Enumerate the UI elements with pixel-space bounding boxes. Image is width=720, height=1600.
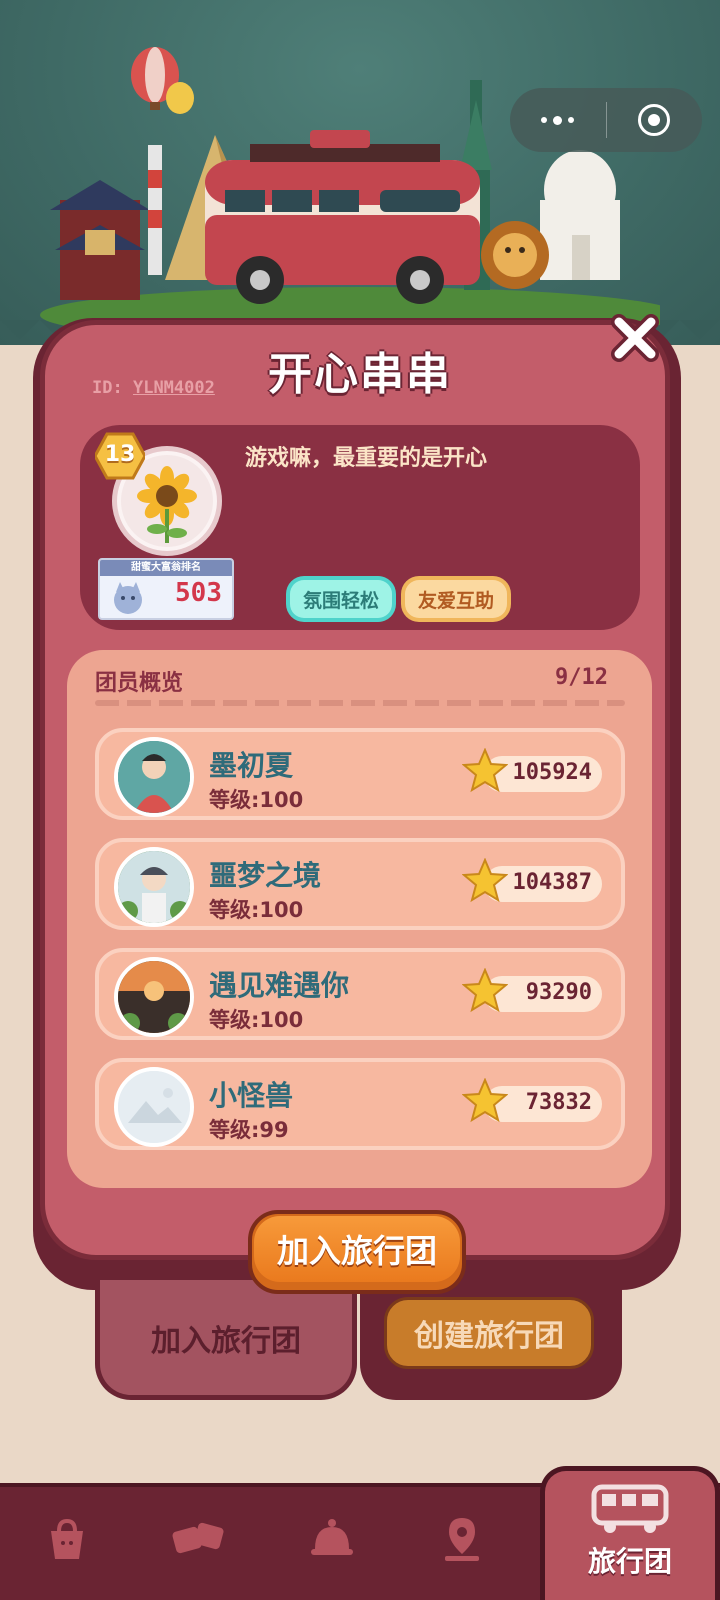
member-score: 105924 (462, 748, 602, 793)
rank-card[interactable]: 甜蜜大富翁排名 503 (98, 558, 234, 620)
member-name: 遇见难遇你 (209, 969, 350, 1002)
star-icon (462, 1078, 508, 1123)
join-team-button[interactable]: 加入旅行团 (248, 1210, 466, 1294)
member-score: 104387 (462, 858, 602, 903)
travel-scene-illustration (40, 47, 660, 330)
placeholder-image-icon (118, 1071, 190, 1143)
target-icon (638, 104, 671, 136)
member-name: 小怪兽 (209, 1079, 294, 1112)
rank-value: 503 (175, 578, 222, 608)
member-score-value: 73832 (525, 1090, 592, 1115)
nav-item-bell[interactable] (302, 1509, 362, 1569)
nav-item-bag[interactable] (37, 1509, 97, 1569)
tab-create-team[interactable]: 创建旅行团 (384, 1297, 594, 1369)
avatar-image (118, 961, 190, 1033)
team-level-badge: 13 (95, 432, 145, 480)
member-avatar (114, 957, 194, 1037)
member-score-value: 104387 (512, 870, 592, 895)
close-icon (611, 314, 659, 362)
cat-mascot-icon (114, 582, 142, 614)
team-id-value: YLNM4002 (132, 378, 215, 398)
close-button[interactable] (607, 310, 663, 366)
tag-friendly: 友爱互助 (405, 580, 507, 618)
map-icon (445, 1518, 479, 1561)
members-header: 团员概览 (95, 671, 184, 696)
member-avatar (114, 1067, 194, 1147)
nav-item-map[interactable] (432, 1509, 492, 1569)
member-avatar (114, 847, 194, 927)
member-level: 等级:100 (209, 898, 304, 922)
tag-relaxed: 氛围轻松 (290, 580, 392, 618)
member-avatar (114, 737, 194, 817)
more-button[interactable] (510, 88, 606, 152)
member-level: 等级:99 (209, 1118, 289, 1142)
star-icon (462, 968, 508, 1013)
bus-icon (591, 1484, 669, 1533)
join-team-button-label: 加入旅行团 (254, 1216, 460, 1282)
member-row[interactable]: 噩梦之境 等级:100 104387 (95, 838, 625, 930)
rank-title: 甜蜜大富翁排名 (100, 560, 232, 576)
member-score-value: 93290 (525, 980, 592, 1005)
tab-join-team[interactable]: 加入旅行团 (95, 1280, 357, 1400)
members-count: 9/12 (555, 665, 608, 690)
avatar-image (118, 851, 190, 923)
more-dots-icon (541, 115, 575, 125)
team-id: ID: YLNM4002 (92, 378, 215, 398)
member-score: 73832 (462, 1078, 602, 1123)
bell-icon (311, 1519, 353, 1555)
nav-item-travel-team-label: 旅行团 (587, 1545, 672, 1578)
member-row[interactable]: 遇见难遇你 等级:100 93290 (95, 948, 625, 1040)
star-icon (462, 748, 508, 793)
team-motto: 游戏嘛，最重要的是开心 (245, 446, 488, 471)
nav-item-cards[interactable] (168, 1509, 228, 1569)
member-level: 等级:100 (209, 788, 304, 812)
team-level-value: 13 (104, 442, 136, 467)
star-icon (462, 858, 508, 903)
members-divider (95, 700, 625, 706)
member-level: 等级:100 (209, 1008, 304, 1032)
miniprogram-capsule (510, 88, 702, 152)
exit-button[interactable] (607, 88, 703, 152)
avatar-image (118, 741, 190, 813)
member-row[interactable]: 墨初夏 等级:100 105924 (95, 728, 625, 820)
member-score: 93290 (462, 968, 602, 1013)
member-name: 墨初夏 (209, 749, 294, 782)
member-score-value: 105924 (512, 760, 592, 785)
member-name: 噩梦之境 (209, 859, 322, 892)
cards-icon (172, 1522, 224, 1554)
member-row[interactable]: 小怪兽 等级:99 73832 (95, 1058, 625, 1150)
tab-create-team-container: 创建旅行团 (360, 1285, 622, 1400)
bag-icon (51, 1518, 83, 1559)
team-id-prefix: ID: (92, 378, 123, 398)
